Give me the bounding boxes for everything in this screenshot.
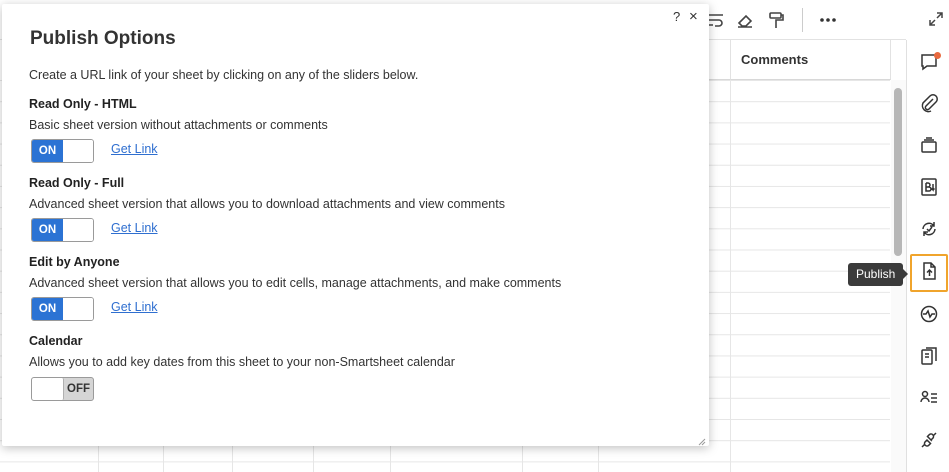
- column-divider: [522, 446, 523, 472]
- activity-log-icon: [919, 219, 939, 244]
- publish-tooltip: Publish: [848, 263, 909, 286]
- people-rail-button[interactable]: [911, 382, 947, 418]
- dialog-description: Create a URL link of your sheet by click…: [29, 68, 419, 82]
- column-divider: [232, 446, 233, 472]
- column-divider: [598, 446, 599, 472]
- publish-rail-button[interactable]: [910, 254, 948, 292]
- help-icon[interactable]: ?: [673, 9, 680, 24]
- section-title: Read Only - HTML: [29, 97, 137, 111]
- toolbar-separator: [802, 8, 803, 32]
- toggle-state-label: ON: [32, 298, 63, 320]
- attachments-rail-button[interactable]: [911, 87, 947, 123]
- close-icon[interactable]: ×: [689, 8, 698, 25]
- forms-rail-button[interactable]: [911, 340, 947, 376]
- read-only-html-get-link[interactable]: Get Link: [111, 142, 158, 156]
- attachment-icon: [919, 93, 939, 118]
- connectors-icon: [919, 430, 939, 455]
- section-title: Calendar: [29, 334, 83, 348]
- comments-rail-button[interactable]: [911, 46, 947, 82]
- column-divider: [313, 446, 314, 472]
- column-header: [709, 40, 731, 80]
- format-painter-icon[interactable]: [766, 10, 786, 30]
- expand-icon[interactable]: [928, 11, 944, 27]
- column-divider: [730, 80, 731, 472]
- column-divider: [390, 446, 391, 472]
- forms-icon: [919, 346, 939, 371]
- section-description: Basic sheet version without attachments …: [29, 118, 328, 132]
- calendar-toggle[interactable]: OFF: [31, 377, 94, 401]
- resize-grip-icon[interactable]: [696, 433, 706, 446]
- activity-rail-button[interactable]: [911, 298, 947, 334]
- activity-icon: [919, 304, 939, 329]
- column-header-comments[interactable]: Comments: [731, 40, 891, 80]
- column-divider: [163, 446, 164, 472]
- edit-by-anyone-get-link[interactable]: Get Link: [111, 300, 158, 314]
- section-description: Allows you to add key dates from this sh…: [29, 355, 455, 369]
- toggle-state-label: ON: [32, 140, 63, 162]
- read-only-html-toggle[interactable]: ON: [31, 139, 94, 163]
- read-only-full-get-link[interactable]: Get Link: [111, 221, 158, 235]
- proofing-rail-button[interactable]: [911, 129, 947, 165]
- toggle-state-label: OFF: [67, 383, 90, 395]
- more-options-icon[interactable]: [818, 10, 838, 30]
- connectors-rail-button[interactable]: [911, 424, 947, 460]
- summary-icon: [919, 177, 939, 202]
- notification-dot: [934, 52, 941, 59]
- toggle-knob: [63, 140, 93, 162]
- activity-log-rail-button[interactable]: [911, 213, 947, 249]
- section-description: Advanced sheet version that allows you t…: [29, 276, 562, 290]
- people-icon: [919, 388, 939, 413]
- edit-by-anyone-toggle[interactable]: ON: [31, 297, 94, 321]
- section-description: Advanced sheet version that allows you t…: [29, 197, 505, 211]
- column-divider: [98, 446, 99, 472]
- toggle-knob: [32, 378, 64, 400]
- toggle-knob: [63, 298, 93, 320]
- toggle-state-label: ON: [32, 219, 63, 241]
- scrollbar-thumb[interactable]: [894, 88, 902, 256]
- proofing-icon: [919, 135, 939, 160]
- dialog-title: Publish Options: [30, 28, 176, 49]
- right-panel-rail: [906, 40, 949, 472]
- wrap-text-icon[interactable]: [706, 10, 726, 30]
- section-title: Read Only - Full: [29, 176, 125, 190]
- summary-rail-button[interactable]: [911, 171, 947, 207]
- toggle-knob: [63, 219, 93, 241]
- read-only-full-toggle[interactable]: ON: [31, 218, 94, 242]
- section-title: Edit by Anyone: [29, 255, 120, 269]
- publish-options-dialog: ? × Publish Options Create a URL link of…: [2, 4, 709, 446]
- publish-icon: [919, 261, 939, 286]
- eraser-icon[interactable]: [735, 10, 755, 30]
